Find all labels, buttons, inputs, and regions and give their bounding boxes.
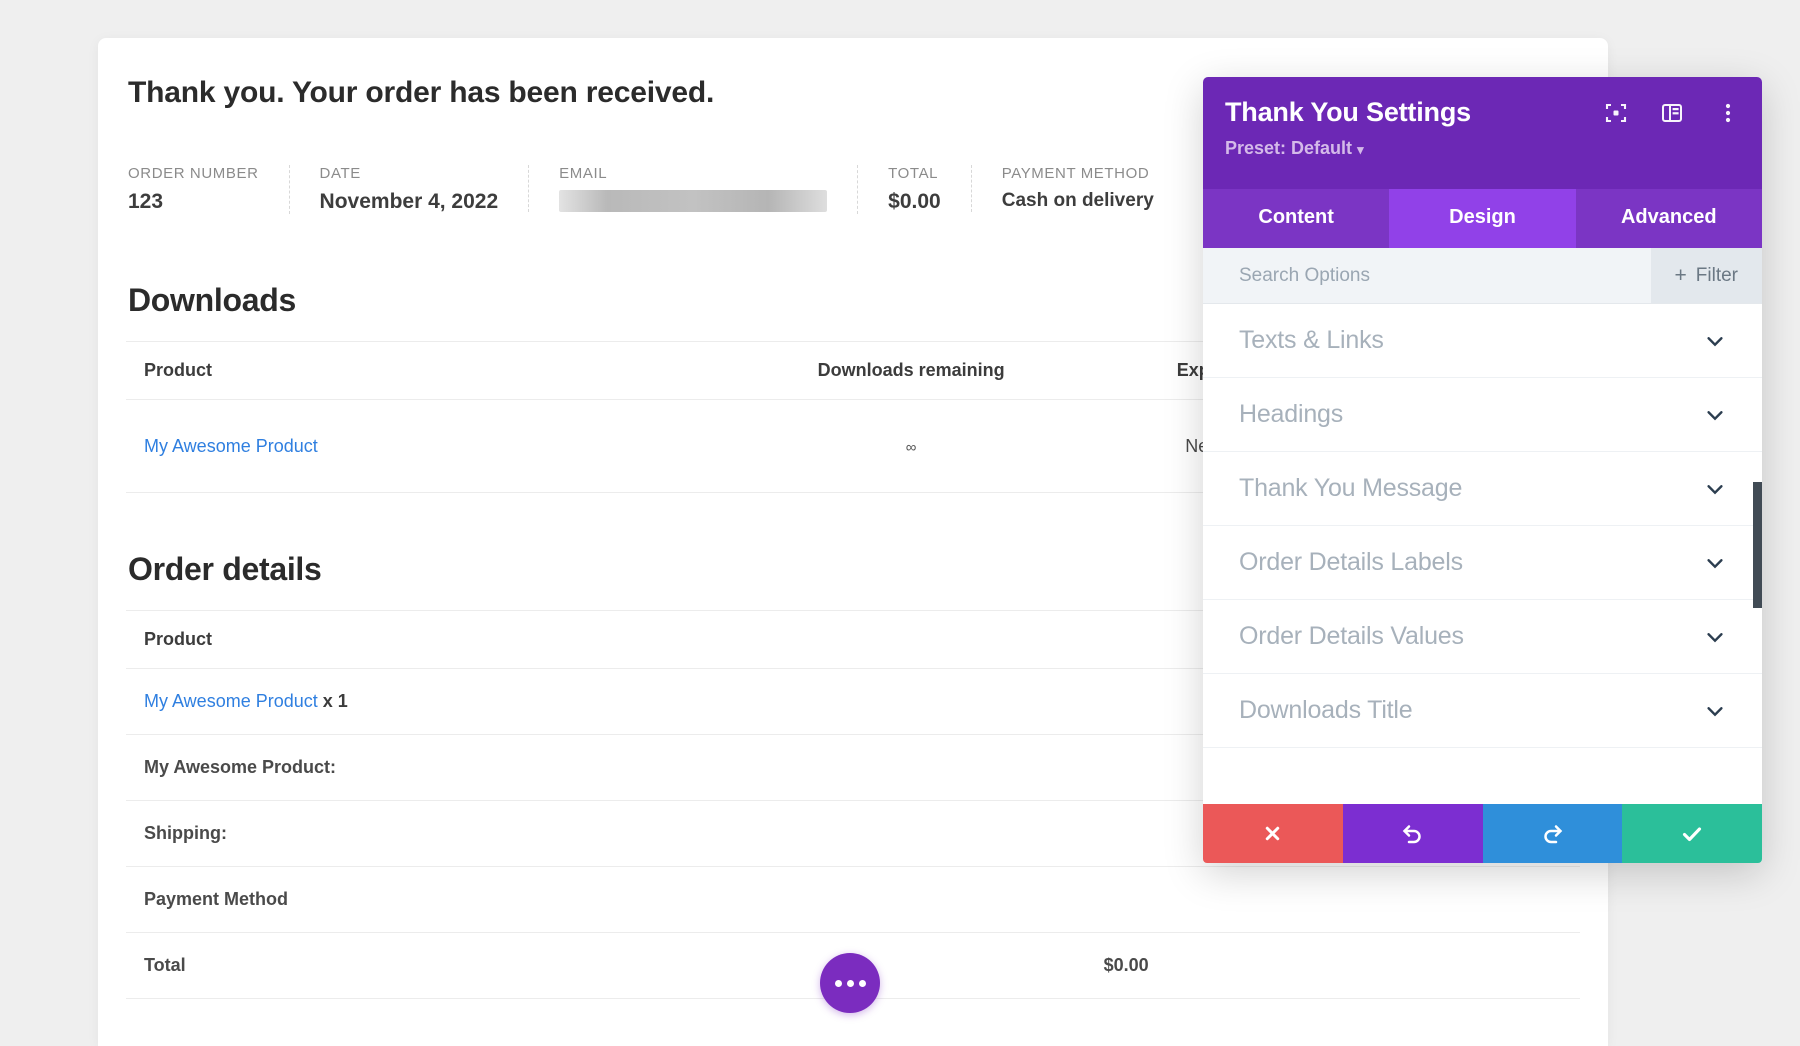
row-label: Total <box>126 932 1086 999</box>
option-label: Downloads Title <box>1239 696 1413 724</box>
summary-item-email: EMAIL <box>528 165 857 212</box>
summary-value: 123 <box>128 190 164 213</box>
summary-value: Cash on delivery <box>1001 190 1154 211</box>
module-settings-panel: Thank You Settings Preset: Default ▾ Con… <box>1203 77 1762 863</box>
summary-label: DATE <box>319 165 361 182</box>
search-row: + Filter <box>1203 248 1762 304</box>
column-header-product: Product <box>126 341 737 400</box>
chevron-down-icon <box>1704 478 1726 500</box>
scrollbar-thumb[interactable] <box>1753 482 1762 608</box>
preset-label: Preset: Default <box>1225 138 1353 158</box>
summary-value: $0.00 <box>888 190 941 213</box>
options-accordion-list: Texts & Links Headings Thank You Message… <box>1203 304 1762 804</box>
tab-advanced[interactable]: Advanced <box>1576 189 1762 248</box>
row-label: Shipping: <box>126 800 1086 867</box>
summary-label: TOTAL <box>888 165 939 182</box>
option-label: Thank You Message <box>1239 474 1463 502</box>
save-changes-button[interactable] <box>1622 804 1762 863</box>
plus-icon: + <box>1674 263 1687 287</box>
redacted-email-bar <box>559 190 828 212</box>
product-qty: x 1 <box>317 691 348 711</box>
option-row-order-details-labels[interactable]: Order Details Labels <box>1203 526 1762 600</box>
product-link[interactable]: My Awesome Product <box>144 691 318 711</box>
chevron-down-icon <box>1704 626 1726 648</box>
panel-tabs: Content Design Advanced <box>1203 189 1762 248</box>
option-label: Order Details Values <box>1239 622 1464 650</box>
undo-button[interactable] <box>1342 804 1483 863</box>
panel-header-icons <box>1604 101 1740 125</box>
chevron-down-icon <box>1704 700 1726 722</box>
column-header-product: Product <box>126 610 1086 669</box>
summary-value: November 4, 2022 <box>319 190 499 213</box>
option-label: Order Details Labels <box>1239 548 1463 576</box>
row-label: Payment Method <box>126 866 1086 933</box>
option-row-order-details-values[interactable]: Order Details Values <box>1203 600 1762 674</box>
filter-button[interactable]: + Filter <box>1650 248 1762 303</box>
chevron-down-icon <box>1704 330 1726 352</box>
summary-label: EMAIL <box>559 165 608 182</box>
discard-changes-button[interactable] <box>1203 804 1343 863</box>
tab-content[interactable]: Content <box>1203 189 1389 248</box>
row-value: $0.00 <box>1085 932 1580 999</box>
tab-design[interactable]: Design <box>1389 189 1576 248</box>
option-row-thank-you-message[interactable]: Thank You Message <box>1203 452 1762 526</box>
summary-label: PAYMENT METHOD <box>1001 165 1150 182</box>
panel-layout-icon[interactable] <box>1660 101 1684 125</box>
focus-module-icon[interactable] <box>1604 101 1628 125</box>
downloads-remaining-value: ∞ <box>905 438 917 456</box>
summary-item-order-number: ORDER NUMBER 123 <box>128 165 289 214</box>
search-input[interactable] <box>1203 248 1651 303</box>
row-value <box>1085 866 1580 933</box>
filter-button-label: Filter <box>1695 264 1738 286</box>
column-header-downloads-remaining: Downloads remaining <box>736 341 1086 400</box>
module-drag-handle-icon[interactable] <box>820 953 880 1013</box>
product-link[interactable]: My Awesome Product <box>144 436 318 456</box>
row-label: My Awesome Product: <box>126 734 1086 801</box>
chevron-down-icon <box>1704 552 1726 574</box>
summary-label: ORDER NUMBER <box>128 165 259 182</box>
chevron-down-icon <box>1704 404 1726 426</box>
option-label: Texts & Links <box>1239 326 1384 354</box>
chevron-down-icon: ▾ <box>1357 142 1364 157</box>
option-row-texts-and-links[interactable]: Texts & Links <box>1203 304 1762 378</box>
preset-selector[interactable]: Preset: Default ▾ <box>1225 138 1740 159</box>
panel-action-bar <box>1203 804 1762 863</box>
option-row-downloads-title[interactable]: Downloads Title <box>1203 674 1762 748</box>
summary-item-date: DATE November 4, 2022 <box>288 165 529 214</box>
redo-button[interactable] <box>1482 804 1623 863</box>
option-label: Headings <box>1239 400 1344 428</box>
vertical-dots-menu-icon[interactable] <box>1716 101 1740 125</box>
option-row-headings[interactable]: Headings <box>1203 378 1762 452</box>
summary-item-payment-method: PAYMENT METHOD Cash on delivery <box>970 165 1184 212</box>
panel-scrollbar[interactable] <box>1753 304 1762 804</box>
panel-header: Thank You Settings Preset: Default ▾ <box>1203 77 1762 189</box>
summary-item-total: TOTAL $0.00 <box>857 165 971 214</box>
table-row: Payment Method <box>126 866 1580 933</box>
download-product-cell: My Awesome Product <box>126 399 737 493</box>
